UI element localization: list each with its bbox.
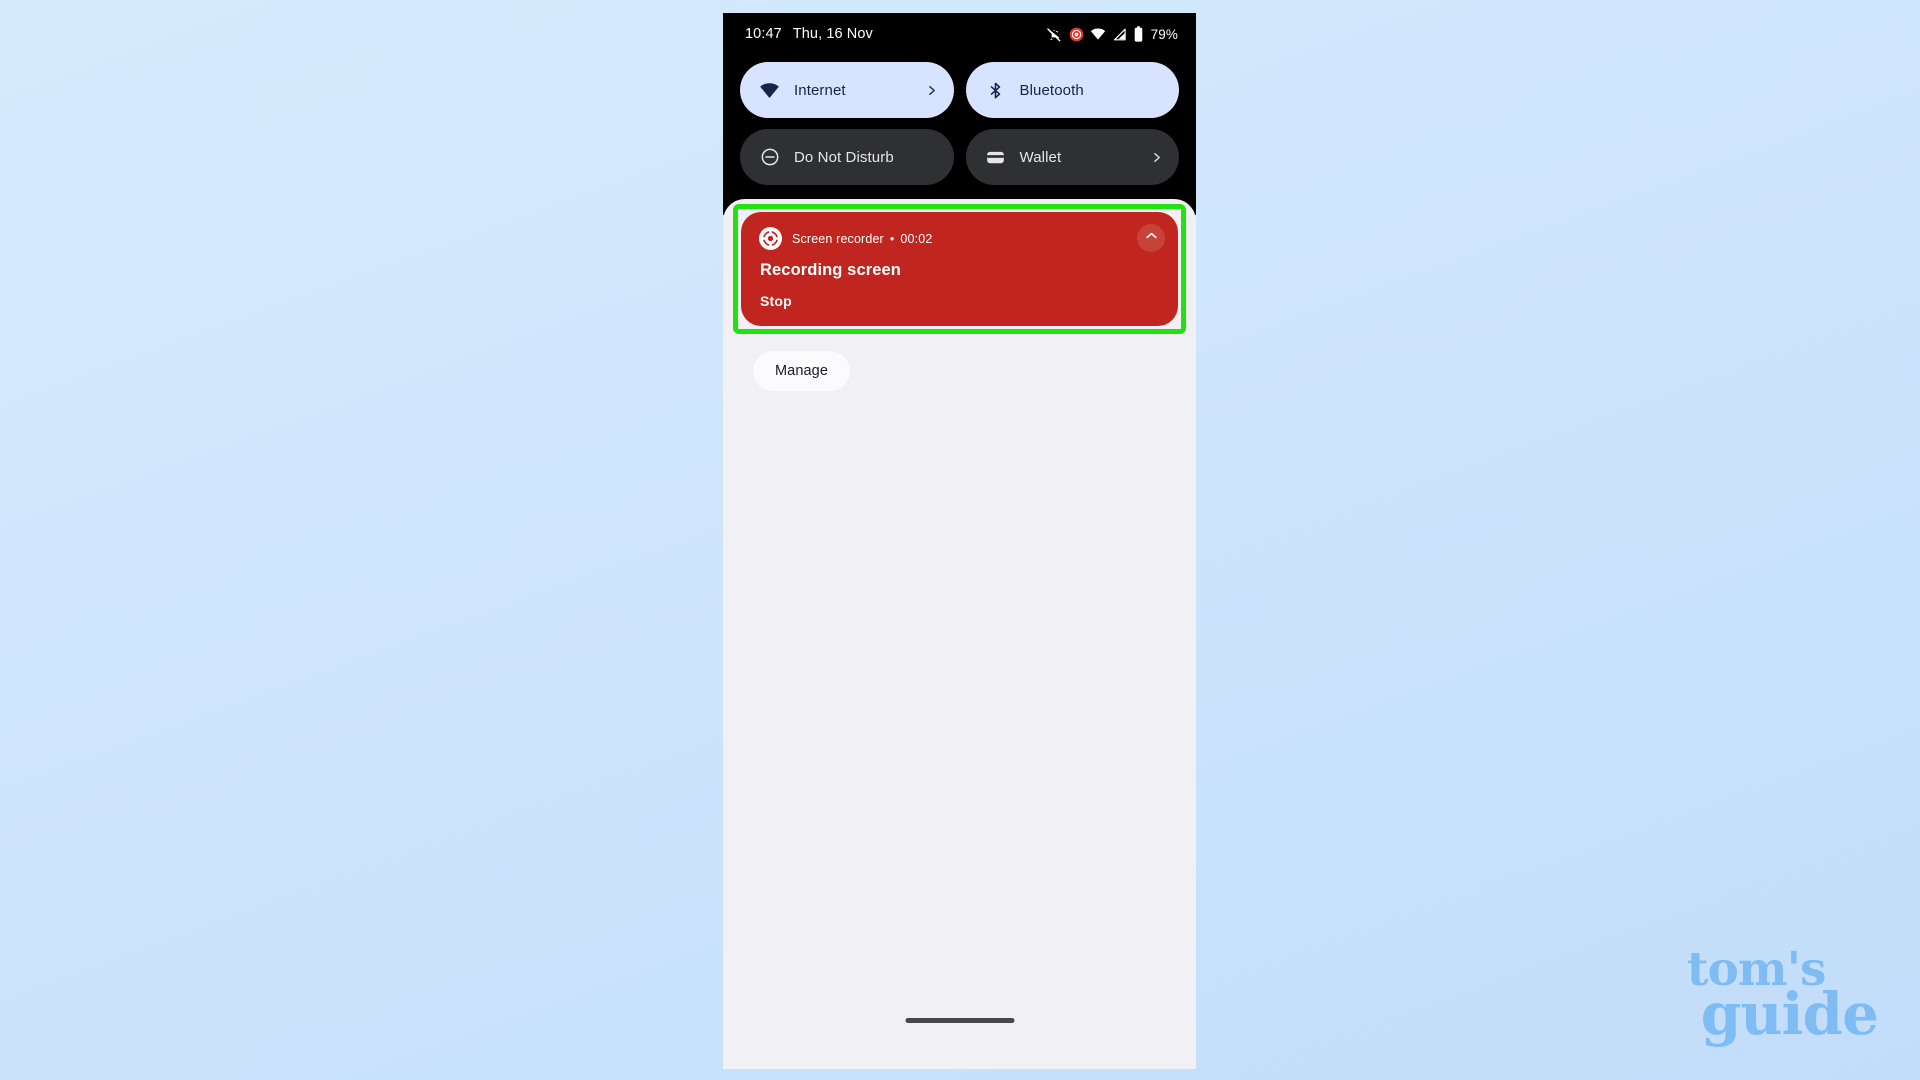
do-not-disturb-icon [759, 147, 780, 168]
notification-header: Screen recorder • 00:02 [741, 212, 1178, 250]
qs-tile-label: Do Not Disturb [794, 148, 894, 166]
notification-collapse-button[interactable] [1137, 224, 1165, 252]
stop-recording-button[interactable]: Stop [760, 293, 792, 309]
quick-settings-panel: 10:47 Thu, 16 Nov 79% Internet Bluetooth… [723, 13, 1196, 215]
watermark-line-2: guide [1700, 980, 1879, 1049]
home-indicator[interactable] [905, 1018, 1014, 1023]
wifi-icon [1090, 26, 1106, 42]
qs-tile-wallet[interactable]: Wallet [965, 129, 1179, 185]
bluetooth-icon [985, 80, 1006, 101]
phone-screen: 10:47 Thu, 16 Nov 79% Internet Bluetooth… [723, 13, 1196, 1069]
status-bar-right: 79% [1046, 26, 1178, 43]
vibrate-off-icon [1046, 26, 1063, 43]
cellular-signal-icon [1112, 27, 1127, 42]
notification-duration: 00:02 [900, 231, 933, 246]
notification-shade: Screen recorder • 00:02 Recording screen… [723, 199, 1196, 1039]
manage-row: Manage [753, 351, 850, 391]
notification-title: Recording screen [760, 261, 901, 279]
wifi-icon [759, 80, 780, 101]
qs-tile-label: Wallet [1019, 148, 1062, 166]
manage-button[interactable]: Manage [753, 351, 850, 391]
toms-guide-watermark: tom's guide [1687, 945, 1879, 1049]
notification-meta: Screen recorder • 00:02 [792, 232, 932, 246]
qs-tile-label: Bluetooth [1019, 81, 1084, 99]
chevron-right-icon [925, 84, 938, 97]
qs-tile-internet[interactable]: Internet [740, 62, 954, 118]
qs-tile-label: Internet [794, 81, 846, 99]
status-bar: 10:47 Thu, 16 Nov 79% [723, 13, 1196, 55]
battery-icon [1133, 26, 1144, 42]
quick-settings-tiles: Internet Bluetooth Do Not Disturb Wallet [723, 55, 1196, 185]
notification-screen-recorder[interactable]: Screen recorder • 00:02 Recording screen… [741, 212, 1178, 326]
status-bar-clock: 10:47 [745, 26, 782, 42]
screen-recorder-icon [759, 227, 782, 250]
wallet-icon [985, 147, 1006, 168]
qs-tile-bluetooth[interactable]: Bluetooth [965, 62, 1179, 118]
notification-separator: • [889, 231, 895, 246]
chevron-right-icon [1150, 151, 1163, 164]
battery-percent-label: 79% [1150, 26, 1178, 42]
screen-recording-indicator-icon [1069, 27, 1084, 42]
status-bar-date: Thu, 16 Nov [792, 26, 873, 42]
chevron-up-icon [1144, 228, 1159, 248]
notification-app-name: Screen recorder [792, 231, 884, 246]
qs-tile-do-not-disturb[interactable]: Do Not Disturb [740, 129, 954, 185]
status-bar-left: 10:47 Thu, 16 Nov [745, 26, 873, 42]
notification-actions: Stop [741, 280, 1178, 311]
